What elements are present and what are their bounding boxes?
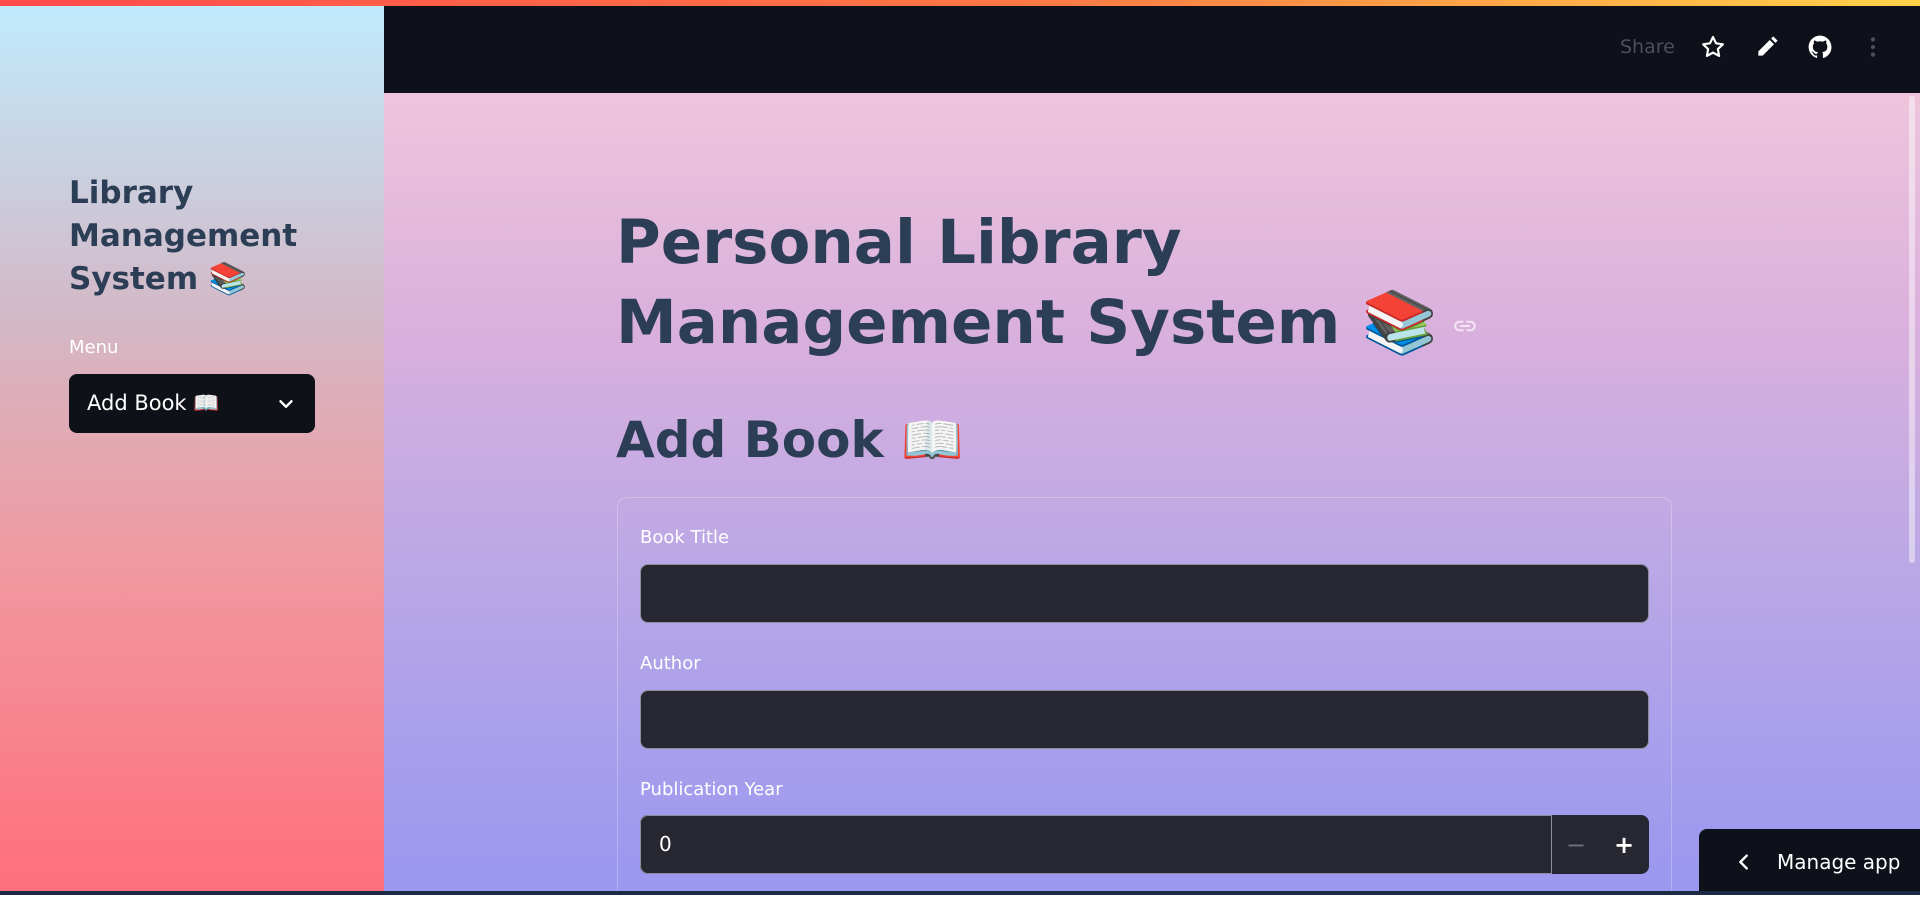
link-icon[interactable] [1452,313,1478,339]
sidebar [0,6,384,895]
publication-year-input[interactable]: 0 [640,815,1552,874]
publication-year-stepper: 0 − + [640,815,1649,874]
scrollbar[interactable] [1909,96,1915,563]
increment-button[interactable]: + [1600,815,1648,874]
decrement-button[interactable]: − [1552,815,1600,874]
share-button[interactable]: Share [1620,36,1675,58]
app-header [384,6,1920,93]
bottom-strip [0,891,1920,895]
star-icon[interactable] [1700,34,1726,60]
chevron-left-icon [1739,854,1748,870]
github-icon[interactable] [1807,34,1833,60]
menu-label: Menu [69,337,119,358]
manage-app-label: Manage app [1777,850,1901,874]
manage-app-button[interactable]: Manage app [1699,829,1920,895]
chevron-down-icon [279,399,293,408]
book-title-input[interactable] [640,564,1649,623]
section-title: Add Book 📖 [616,411,964,469]
sidebar-title: Library Management System 📚 [69,175,298,297]
author-label: Author [640,653,701,674]
top-accent-bar [0,0,1920,6]
author-input[interactable] [640,690,1649,749]
page-title-text: Personal Library Management System 📚 [616,207,1438,358]
page-title: Personal Library Management System 📚 [616,203,1596,363]
menu-select-value: Add Book 📖 [87,391,220,415]
book-title-label: Book Title [640,527,730,548]
pencil-icon[interactable] [1754,34,1780,60]
publication-year-label: Publication Year [640,779,783,800]
menu-select[interactable]: Add Book 📖 [69,374,315,433]
more-vert-icon[interactable] [1860,34,1886,60]
